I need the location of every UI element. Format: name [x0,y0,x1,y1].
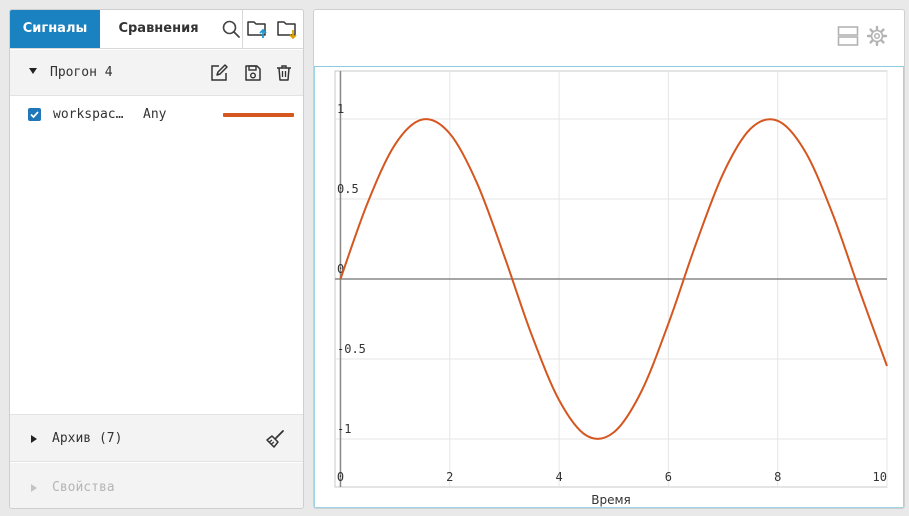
folder-download-icon [277,21,297,40]
archive-label: Архив (7) [52,431,123,446]
edit-icon [211,64,228,81]
signal-name: workspac… [53,107,124,122]
run-header[interactable]: Прогон 4 [10,50,303,96]
clear-archive-button[interactable] [263,428,287,450]
signal-row[interactable]: workspac… Any [10,97,303,133]
archive-section[interactable]: Архив (7) [10,414,303,462]
checkmark-icon [30,111,39,119]
trash-icon [277,65,291,81]
x-tick-label: 0 [337,470,344,484]
properties-label: Свойства [52,480,115,495]
upload-button[interactable] [242,10,273,48]
tab-signals[interactable]: Сигналы [10,10,100,48]
delete-run-button[interactable] [273,62,295,84]
signals-panel: Сигналы Сравнения Прогон 4 workspac… Any… [9,9,304,509]
x-tick-label: 2 [446,470,453,484]
x-tick-label: 10 [873,470,887,484]
layout-icon [837,26,859,46]
save-icon [245,65,261,81]
x-axis-label: Время [591,493,631,507]
x-tick-label: 4 [555,470,562,484]
plot-toolbar [314,10,904,66]
download-button[interactable] [273,10,303,48]
caret-down-icon [29,68,37,74]
y-tick-label: 0.5 [337,182,359,196]
signal-chart[interactable]: 10.50-0.5-10 2 4 6 8 10Время [315,67,903,507]
caret-right-icon [31,435,37,443]
settings-button[interactable] [866,25,888,47]
x-tick-label: 8 [774,470,781,484]
layout-button[interactable] [837,25,859,47]
search-icon [222,20,240,38]
signal-type: Any [143,107,167,122]
folder-upload-icon [247,21,267,38]
properties-section: Свойства [10,463,303,508]
signal-color-swatch[interactable] [223,113,294,117]
save-run-button[interactable] [242,62,264,84]
y-tick-label: -1 [337,422,351,436]
tab-compare[interactable]: Сравнения [100,10,217,48]
plot-area[interactable]: 1 0.5 0 -0.5 -1 0 2 4 6 8 10 Время [314,66,904,508]
y-tick-label: -0.5 [337,342,366,356]
plot-panel: 1 0.5 0 -0.5 -1 0 2 4 6 8 10 Время [313,9,905,509]
signal-checkbox[interactable] [28,108,41,121]
tab-bar: Сигналы Сравнения [10,10,303,49]
x-tick-label: 6 [665,470,672,484]
gear-icon [866,25,888,47]
caret-right-icon [31,484,37,492]
broom-icon [266,430,284,448]
edit-run-button[interactable] [208,62,230,84]
run-title: Прогон 4 [50,65,113,80]
y-tick-label: 1 [337,102,344,116]
